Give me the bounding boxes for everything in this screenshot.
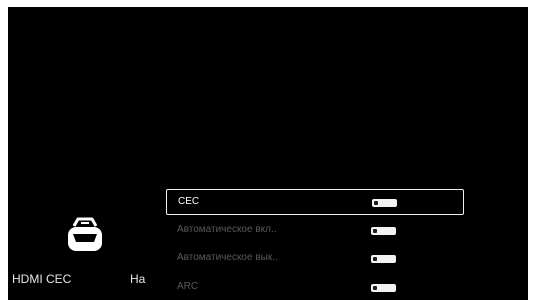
cec-toggle[interactable]: [372, 199, 397, 207]
setting-row-arc[interactable]: ARC: [166, 275, 464, 300]
auto-power-off-toggle[interactable]: [371, 255, 396, 263]
setting-label: CEC: [178, 196, 200, 207]
setting-row-auto-power-off[interactable]: Автоматическое вык..: [166, 246, 464, 272]
category-next[interactable]: На: [130, 272, 145, 286]
toggle-knob: [373, 257, 377, 261]
auto-power-on-toggle[interactable]: [371, 227, 396, 235]
hdmi-port-icon: [68, 217, 102, 251]
setting-label: ARC: [177, 281, 199, 292]
toggle-knob: [374, 201, 378, 205]
setting-label: Автоматическое вкл..: [177, 224, 277, 235]
tv-screen: HDMI CEC На CEC Автоматическое вкл.. Авт…: [8, 7, 528, 300]
toggle-knob: [373, 286, 377, 290]
category-hdmi-cec[interactable]: HDMI CEC: [12, 272, 71, 286]
setting-label: Автоматическое вык..: [177, 252, 278, 263]
setting-row-cec[interactable]: CEC: [166, 189, 464, 215]
arc-toggle[interactable]: [371, 284, 396, 292]
setting-row-auto-power-on[interactable]: Автоматическое вкл..: [166, 218, 464, 244]
toggle-knob: [373, 229, 377, 233]
